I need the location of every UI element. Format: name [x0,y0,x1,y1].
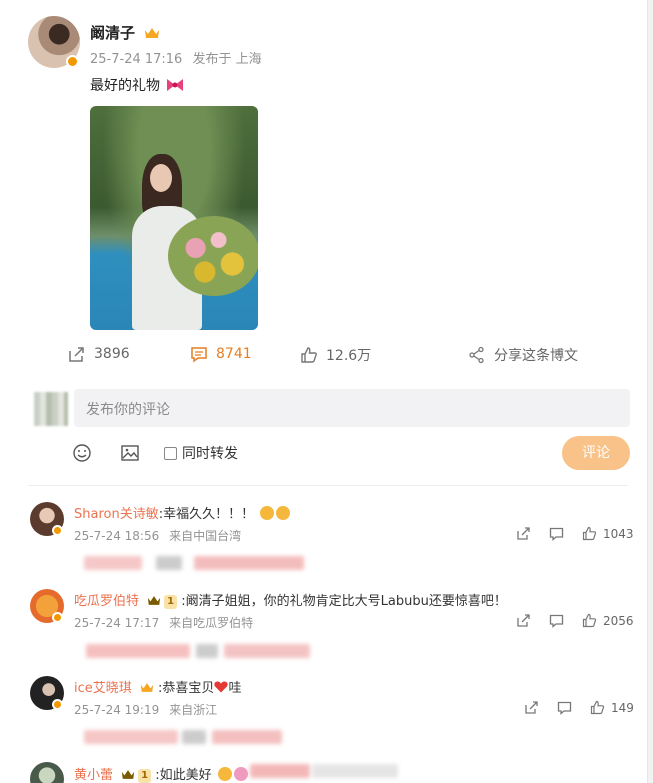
post-content: 最好的礼物 [90,75,184,95]
forward-label[interactable]: 同时转发 [182,443,238,463]
commenter-name[interactable]: Sharon关诗敏 [74,507,159,522]
verified-badge-icon [52,699,63,710]
comment-input-placeholder: 发布你的评论 [86,402,170,418]
comment-line: ice艾晓琪 :恭喜宝贝哇 [74,677,241,696]
crown-icon [145,28,160,38]
repost-count: 3896 [94,346,130,362]
comment-count: 8741 [216,346,252,362]
blurred-reply-preview [194,556,304,570]
comment-line: 吃瓜罗伯特 1 :阚清子姐姐，你的礼物肯定比大号Labubu还要惊喜吧！ [74,590,507,609]
repost-icon [69,347,84,362]
forward-checkbox[interactable] [164,446,177,460]
emoji-icon [233,767,248,781]
submit-comment-button[interactable]: 评论 [562,436,630,470]
comment-location: 来自中国台湾 [169,529,242,543]
image-upload-icon[interactable] [120,443,140,463]
comment-like-count: 2056 [603,613,634,628]
post-text: 最好的礼物 [90,78,160,94]
blurred-reply-preview [250,764,310,778]
commenter-name[interactable]: 吃瓜罗伯特 [74,594,139,609]
comment-input[interactable]: 发布你的评论 [74,389,630,427]
crown-icon [122,770,135,779]
commenter-name[interactable]: ice艾晓琪 [74,681,132,696]
share-label: 分享这条博文 [494,348,578,364]
comment-text: :如此美好 [155,768,212,783]
ribbon-bow-icon [167,79,184,91]
comment-actions: 2056 [516,613,634,628]
weibo-post-card: 阚清子 25-7-24 17:16 发布于 上海 最好的礼物 3896 8741… [0,0,648,783]
blurred-reply-preview [212,730,282,744]
post-source: 发布于 上海 [192,52,262,67]
emoji-icon [260,506,275,520]
repost-icon[interactable] [516,526,531,541]
comment-date: 25-7-24 18:56 [74,529,160,543]
composer-toolbar: 同时转发 [72,443,238,463]
verified-badge-icon [52,612,63,623]
repost-button[interactable]: 3896 [68,345,130,363]
blurred-reply-preview [196,644,218,658]
post-meta: 25-7-24 17:16 发布于 上海 [90,48,268,67]
reply-icon[interactable] [549,526,564,541]
blurred-reply-preview [84,730,178,744]
photo-subject-face [150,164,172,192]
thumbs-up-icon[interactable] [582,526,597,541]
vip-level-badge: 1 [138,769,152,783]
verified-badge-icon [66,55,79,68]
like-button[interactable]: 12.6万 [300,345,371,365]
comment-meta: 25-7-24 19:19 来自浙江 [74,701,223,718]
verified-badge-icon [52,525,63,536]
crown-icon [140,683,154,692]
post-date[interactable]: 25-7-24 17:16 [90,52,182,67]
post-photo[interactable] [90,106,258,330]
reply-icon[interactable] [549,613,564,628]
author-name[interactable]: 阚清子 [90,24,135,42]
comment-line: 黄小蕾 1 :如此美好 [74,764,248,783]
vip-level-badge: 1 [164,595,178,609]
thumbs-up-icon[interactable] [582,613,597,628]
thumbs-up-icon [301,347,317,363]
current-user-avatar [34,392,68,426]
comment-button[interactable]: 8741 [190,345,252,363]
photo-bouquet [168,216,258,296]
comment-actions: 149 [524,700,634,715]
comment-text: :幸福久久！！！ [158,507,255,522]
repost-icon[interactable] [516,613,531,628]
blurred-reply-preview [86,644,190,658]
comment-like-count: 1043 [603,526,634,541]
share-icon [469,346,484,364]
comment-meta: 25-7-24 18:56 来自中国台湾 [74,527,247,544]
comment-actions: 1043 [516,526,634,541]
comment-text: :恭喜宝贝 [158,681,215,696]
emoji-icon[interactable] [72,443,92,463]
post-action-bar: 3896 8741 12.6万 分享这条博文 [0,345,647,371]
comment-date: 25-7-24 19:19 [74,703,160,717]
blurred-reply-preview [182,730,206,744]
heart-icon [214,681,229,693]
blurred-reply-preview [156,556,182,570]
blurred-reply-preview [224,644,310,658]
crown-icon [148,596,161,605]
comment-text-suffix: 哇 [228,681,242,696]
reply-icon[interactable] [557,700,572,715]
share-button[interactable]: 分享这条博文 [468,345,578,365]
comment-line: Sharon关诗敏:幸福久久！！！ [74,503,291,522]
comment-date: 25-7-24 17:17 [74,616,160,630]
emoji-icon [217,767,232,781]
divider [28,485,628,486]
comment-location: 来自吃瓜罗伯特 [169,616,254,630]
author-name-row[interactable]: 阚清子 [90,22,160,43]
thumbs-up-icon[interactable] [590,700,605,715]
commenter-name[interactable]: 黄小蕾 [74,768,113,783]
comment-meta: 25-7-24 17:17 来自吃瓜罗伯特 [74,614,259,631]
blurred-reply-preview [312,764,398,778]
comment-icon [191,347,207,363]
comment-like-count: 149 [611,700,634,715]
comment-location: 来自浙江 [169,703,218,717]
comment-text: :阚清子姐姐，你的礼物肯定比大号Labubu还要惊喜吧！ [181,594,507,609]
repost-icon[interactable] [524,700,539,715]
emoji-icon [276,506,291,520]
like-count: 12.6万 [326,348,372,364]
comment-avatar[interactable] [30,762,64,783]
blurred-reply-preview [84,556,142,570]
